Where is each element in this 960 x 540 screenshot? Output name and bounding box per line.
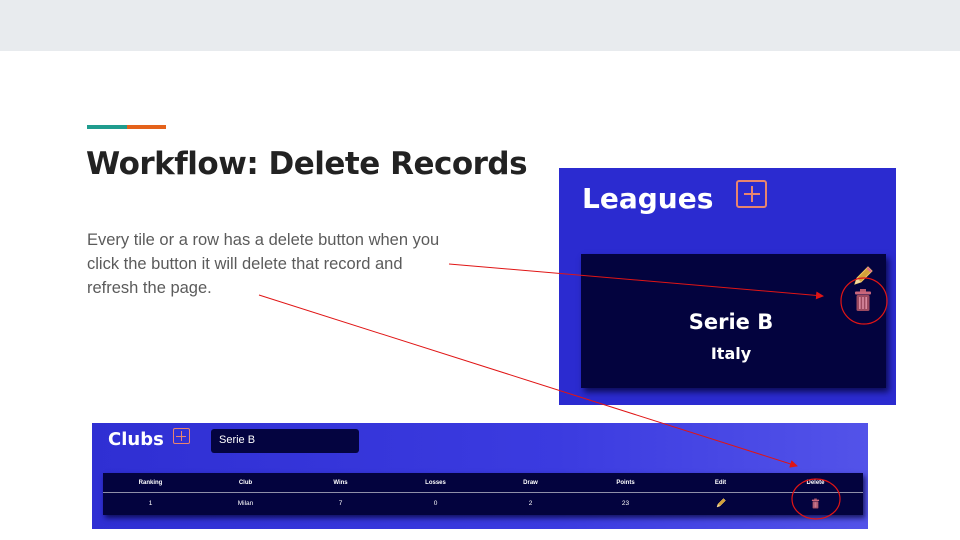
league-tile: Serie B Italy	[581, 254, 886, 388]
add-club-icon[interactable]	[173, 428, 190, 444]
slide-body-text: Every tile or a row has a delete button …	[87, 231, 440, 297]
add-league-icon[interactable]	[736, 180, 767, 208]
edit-pencil-icon[interactable]	[851, 264, 875, 288]
delete-trash-icon[interactable]	[811, 498, 820, 509]
table-row: 1 Milan 7 0 2 23	[103, 495, 863, 514]
cell-losses: 0	[433, 500, 438, 507]
accent-bar-orange	[127, 125, 166, 129]
cell-draw: 2	[528, 500, 533, 507]
cell-edit	[673, 495, 768, 514]
column-header: Ranking	[138, 480, 163, 486]
column-header: Edit	[714, 480, 727, 486]
column-header: Delete	[806, 480, 825, 486]
delete-trash-icon[interactable]	[853, 288, 873, 312]
slide-title: Workflow: Delete Records	[86, 146, 528, 182]
leagues-page-title: Leagues	[582, 182, 714, 215]
cell-delete	[768, 495, 863, 514]
column-header: Wins	[333, 480, 348, 486]
cell-club: Milan	[237, 500, 254, 507]
clubs-screenshot: Clubs Serie B Ranking Club Wins Losses D…	[92, 423, 868, 529]
league-country: Italy	[710, 344, 752, 363]
league-name: Serie B	[688, 310, 774, 334]
clubs-table: Ranking Club Wins Losses Draw Points Edi…	[103, 473, 863, 515]
cell-wins: 7	[338, 500, 343, 507]
cell-ranking: 1	[148, 500, 153, 507]
column-header: Losses	[425, 480, 446, 486]
table-header-row: Ranking Club Wins Losses Draw Points Edi…	[103, 474, 863, 493]
column-header: Points	[616, 480, 635, 486]
cell-points: 23	[621, 500, 630, 507]
edit-pencil-icon[interactable]	[715, 497, 727, 509]
league-select[interactable]: Serie B	[211, 429, 359, 453]
top-band	[0, 0, 960, 51]
accent-bar-teal	[87, 125, 127, 129]
leagues-screenshot: Leagues Serie B Italy	[559, 168, 896, 405]
clubs-page-title: Clubs	[108, 429, 164, 450]
column-header: Club	[238, 480, 253, 486]
column-header: Draw	[523, 480, 538, 486]
